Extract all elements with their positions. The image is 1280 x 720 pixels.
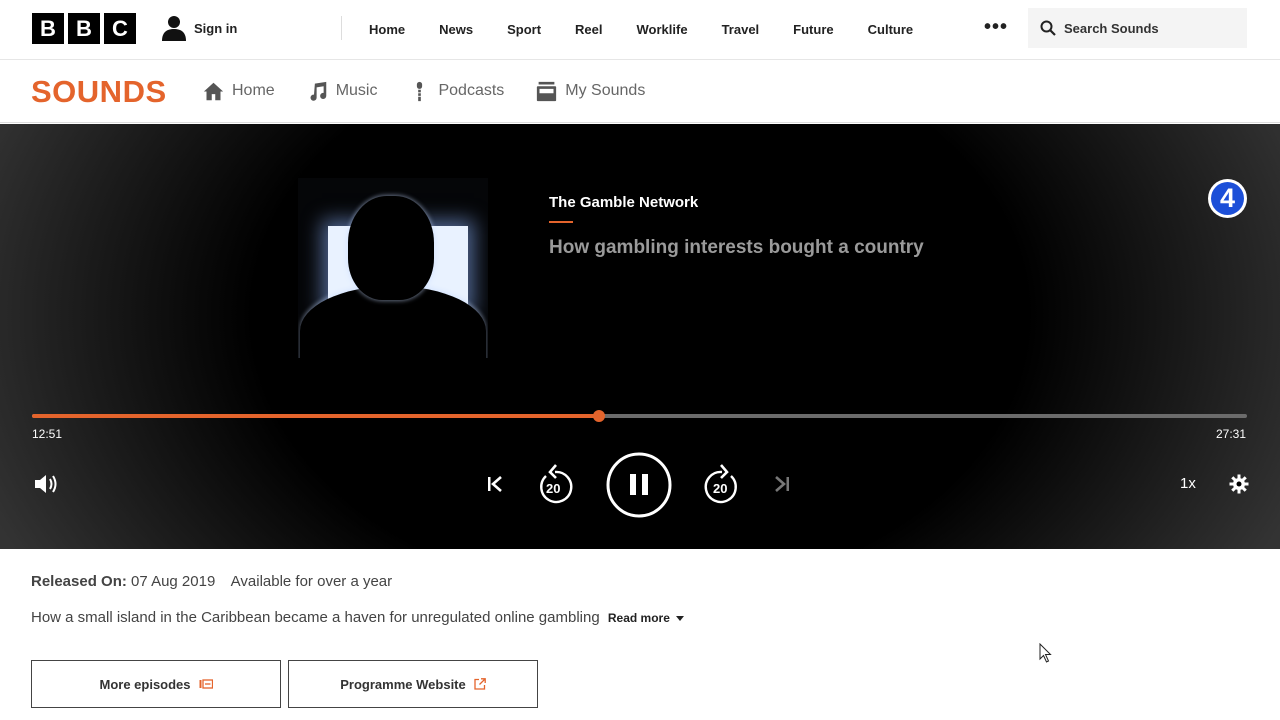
availability-text: Available for over a year	[230, 573, 393, 590]
nav-worklife[interactable]: Worklife	[620, 22, 705, 37]
previous-button[interactable]	[485, 474, 505, 494]
external-link-icon	[474, 678, 486, 690]
pause-button[interactable]	[606, 452, 672, 518]
rewind-20-button[interactable]: 20	[536, 462, 574, 506]
programme-website-label: Programme Website	[340, 676, 466, 692]
search-icon	[1040, 20, 1056, 36]
pause-icon	[606, 452, 672, 518]
mouse-cursor-icon	[1039, 643, 1052, 663]
released-label: Released On:	[31, 573, 127, 590]
sign-in-label: Sign in	[194, 20, 238, 36]
audio-player: The Gamble Network How gambling interest…	[0, 124, 1280, 549]
nav-future[interactable]: Future	[776, 22, 850, 37]
bbc-logo-letter: B	[32, 13, 64, 44]
title-rule	[549, 221, 573, 223]
caret-down-icon	[675, 616, 684, 622]
more-episodes-button[interactable]: More episodes	[31, 660, 281, 708]
volume-icon	[35, 475, 57, 493]
sounds-nav-label: Podcasts	[438, 82, 505, 99]
episode-synopsis: How a small island in the Caribbean beca…	[31, 609, 684, 626]
bbc-logo-letter: C	[104, 13, 136, 44]
sounds-nav: Home Music Podcasts My Sounds	[203, 60, 645, 122]
synopsis-text: How a small island in the Caribbean beca…	[31, 609, 600, 626]
programme-website-button[interactable]: Programme Website	[288, 660, 538, 708]
sounds-nav-label: Home	[232, 82, 275, 99]
bbc-main-nav: Home News Sport Reel Worklife Travel Fut…	[352, 0, 930, 58]
sign-in-link[interactable]: Sign in	[162, 14, 237, 42]
sounds-nav-home[interactable]: Home	[203, 81, 275, 102]
radio-4-badge-number: 4	[1211, 182, 1244, 215]
skip-previous-icon	[488, 476, 502, 492]
rewind-seconds: 20	[546, 481, 561, 496]
sounds-nav-label: My Sounds	[565, 82, 646, 99]
sounds-nav-my-sounds[interactable]: My Sounds	[536, 81, 645, 102]
next-button[interactable]	[772, 474, 792, 494]
skip-next-icon	[775, 476, 789, 492]
nav-sport[interactable]: Sport	[490, 22, 558, 37]
elapsed-time: 12:51	[32, 427, 63, 441]
forward-20-button[interactable]: 20	[703, 462, 741, 506]
forward-seconds: 20	[713, 481, 728, 496]
search-input[interactable]	[1064, 20, 1234, 36]
total-duration: 27:31	[1215, 427, 1246, 441]
radio-4-badge[interactable]: 4	[1208, 179, 1247, 218]
sounds-logo[interactable]: SOUNDS	[31, 74, 167, 110]
bbc-logo[interactable]: B B C	[32, 13, 136, 44]
read-more-button[interactable]: Read more	[608, 611, 684, 625]
released-date: 07 Aug 2019	[131, 573, 216, 590]
more-episodes-label: More episodes	[99, 676, 191, 692]
sounds-header: SOUNDS Home Music Podcasts My Sounds	[0, 60, 1280, 123]
bbc-header: B B C Sign in Home News Sport Reel Workl…	[0, 0, 1280, 60]
episodes-list-icon	[199, 679, 213, 689]
sounds-nav-music[interactable]: Music	[307, 81, 378, 102]
programme-title[interactable]: The Gamble Network	[549, 194, 698, 211]
sounds-nav-label: Music	[335, 82, 378, 99]
radio-icon	[537, 81, 557, 101]
more-menu-icon[interactable]: •••	[984, 17, 1008, 37]
progress-handle[interactable]	[593, 410, 606, 422]
search-box[interactable]	[1028, 8, 1247, 48]
sounds-nav-podcasts[interactable]: Podcasts	[409, 81, 504, 102]
nav-home[interactable]: Home	[352, 22, 422, 37]
music-note-icon	[310, 81, 326, 101]
episode-title: How gambling interests bought a country	[549, 237, 924, 258]
volume-button[interactable]	[33, 472, 61, 496]
user-icon	[162, 16, 186, 41]
progress-bar[interactable]	[32, 410, 1247, 422]
nav-news[interactable]: News	[422, 22, 490, 37]
release-info: Released On: 07 Aug 2019 Available for o…	[31, 573, 392, 590]
playback-speed-button[interactable]: 1x	[1180, 475, 1196, 492]
read-more-label: Read more	[607, 611, 670, 625]
header-divider	[341, 16, 342, 40]
gear-icon	[1229, 474, 1249, 494]
home-icon	[203, 82, 224, 100]
progress-fill	[32, 414, 600, 418]
bbc-logo-letter: B	[68, 13, 100, 44]
podcast-icon	[417, 81, 423, 101]
nav-reel[interactable]: Reel	[558, 22, 619, 37]
settings-button[interactable]	[1229, 474, 1249, 494]
nav-culture[interactable]: Culture	[851, 22, 931, 37]
episode-artwork	[298, 178, 488, 358]
nav-travel[interactable]: Travel	[705, 22, 777, 37]
